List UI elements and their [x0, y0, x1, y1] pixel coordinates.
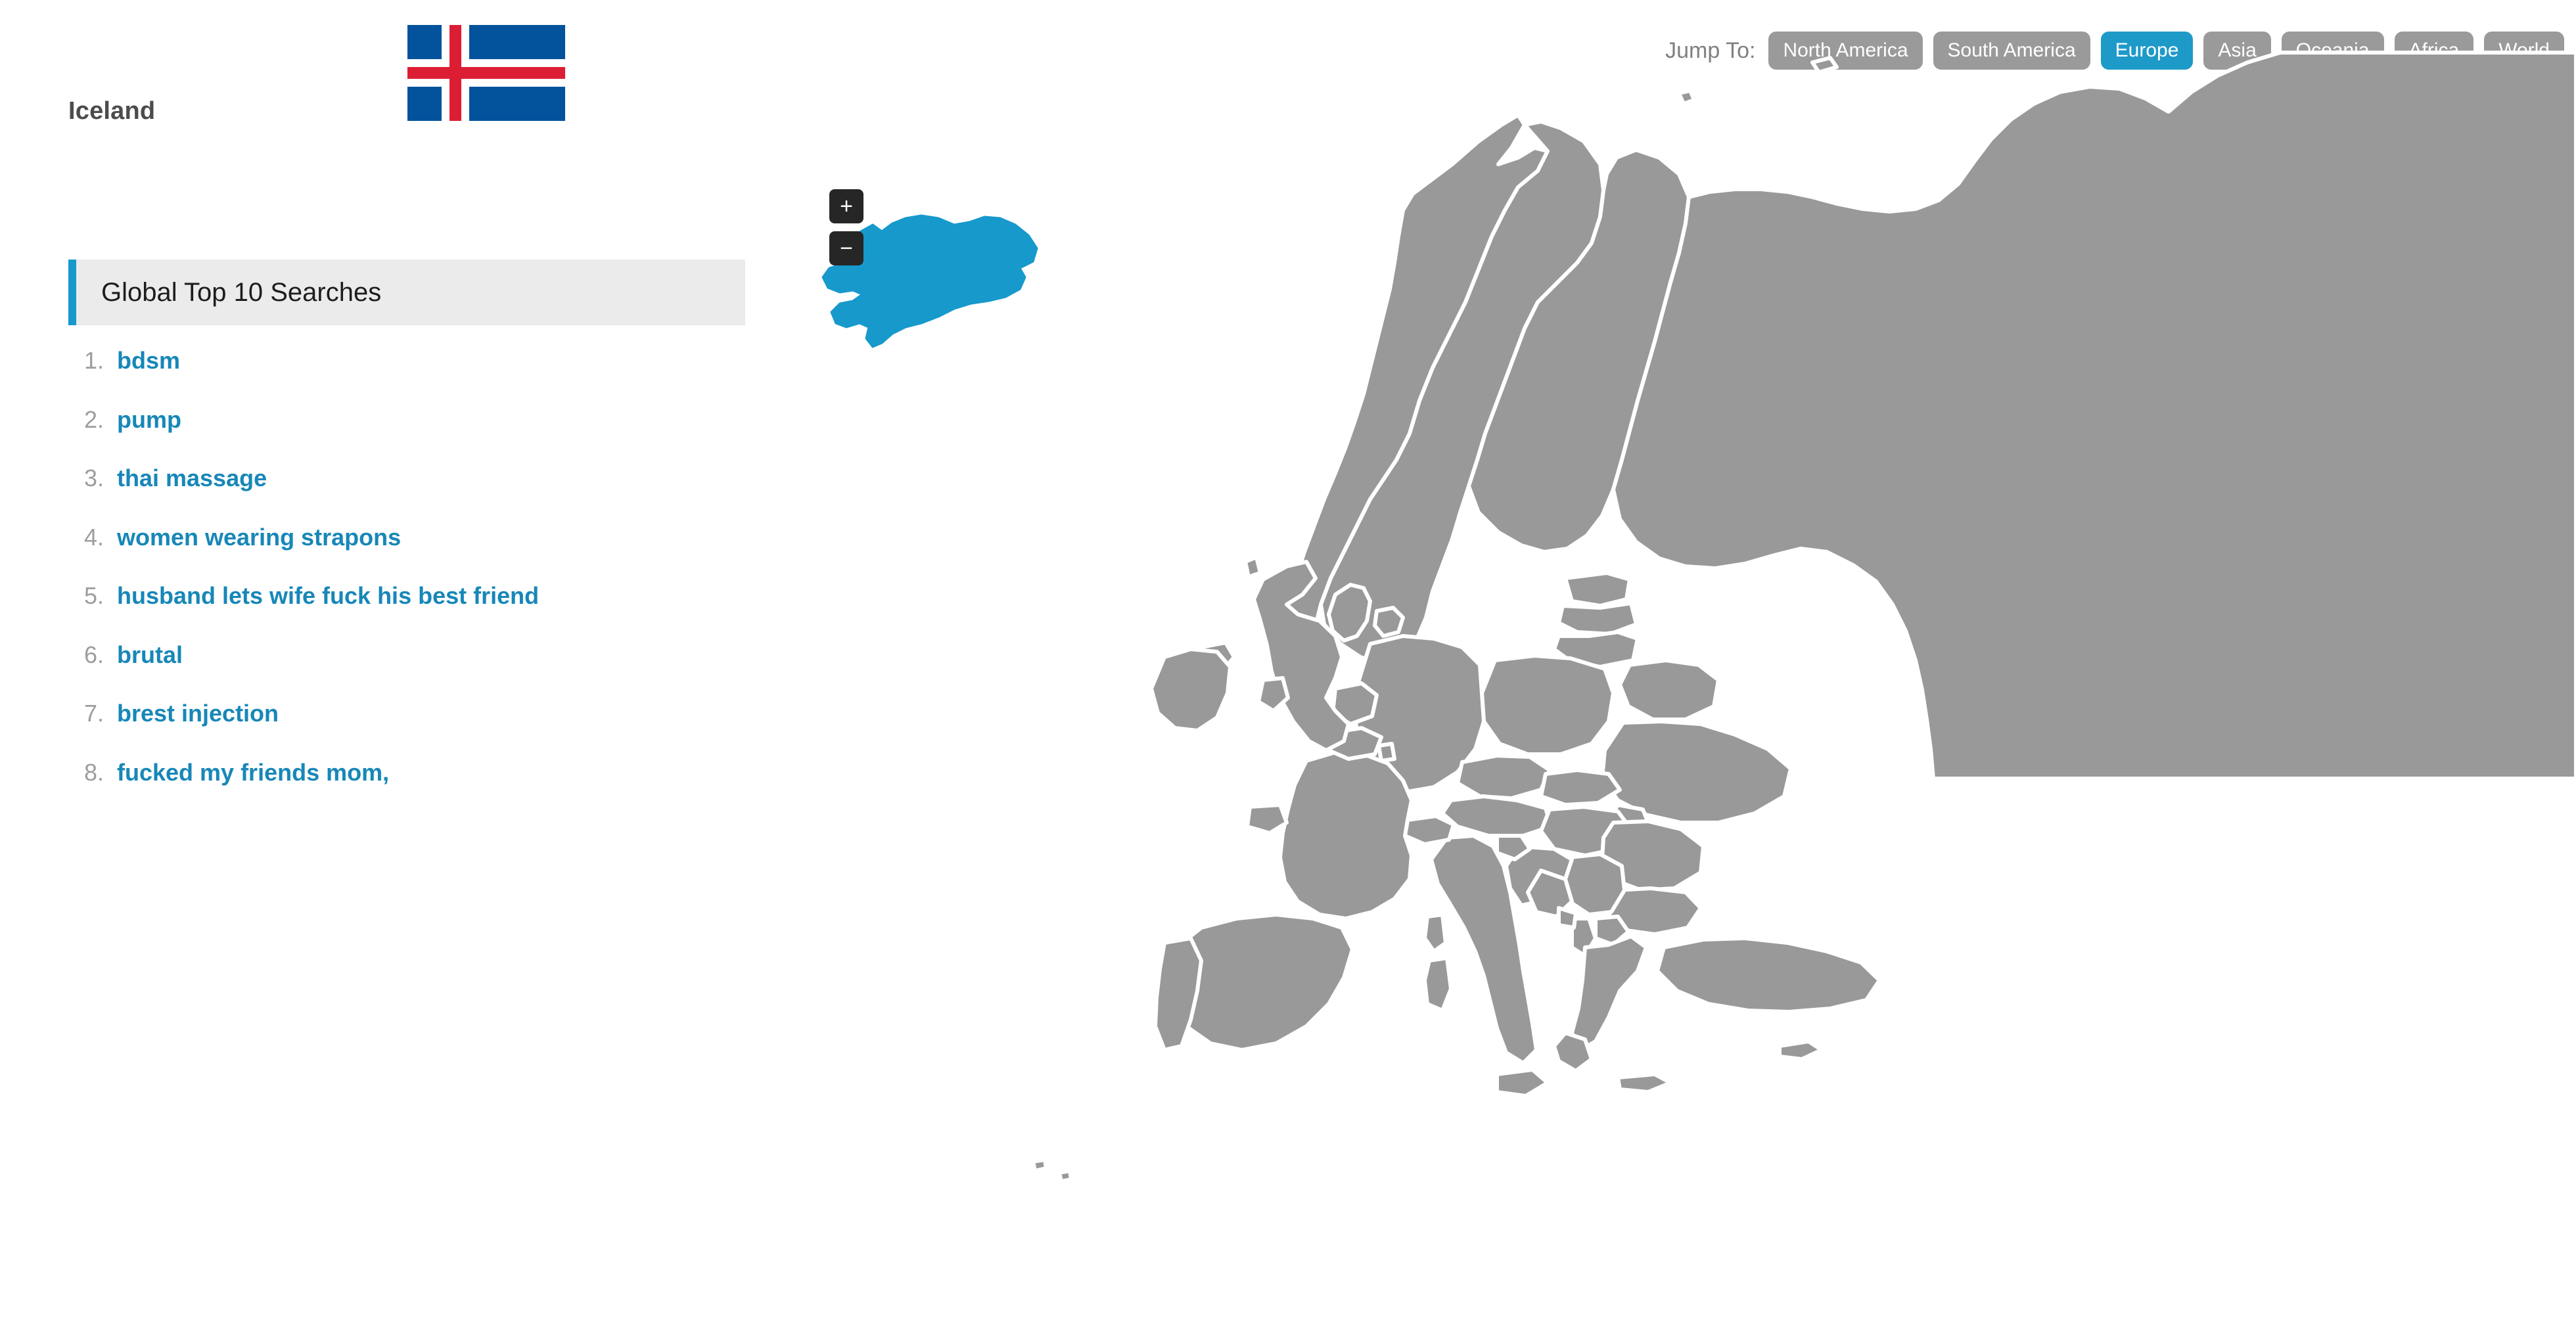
country-greece	[1570, 934, 1648, 1052]
list-item: 3. thai massage	[68, 463, 745, 494]
country-montenegro	[1557, 906, 1578, 930]
country-belarus	[1618, 658, 1720, 721]
search-term-link[interactable]: brest injection	[117, 698, 279, 729]
search-term-link[interactable]: women wearing strapons	[117, 522, 401, 553]
country-italy-sicily	[1495, 1068, 1550, 1098]
country-austria	[1440, 794, 1553, 838]
left-panel: Iceland Global Top 10 Searches 1. bdsm 2…	[0, 0, 762, 1341]
country-luxembourg	[1377, 742, 1396, 763]
country-slovakia	[1539, 768, 1622, 807]
global-top-searches-panel: Global Top 10 Searches 1. bdsm 2. pump 3…	[68, 260, 745, 815]
country-czechia	[1456, 754, 1552, 800]
map-zoom-controls: + −	[829, 189, 863, 265]
page-title: Iceland	[68, 97, 156, 125]
country-poland	[1480, 654, 1615, 756]
country-latvia	[1557, 601, 1638, 636]
iceland-flag-icon	[407, 25, 565, 121]
list-item: 6. brutal	[68, 639, 745, 671]
header-accent-bar	[68, 260, 76, 325]
search-term-link[interactable]: bdsm	[117, 345, 180, 376]
country-switzerland	[1403, 814, 1456, 846]
country-denmark-islands	[1373, 606, 1405, 638]
search-rank: 5.	[83, 582, 104, 610]
search-term-link[interactable]: husband lets wife fuck his best friend	[117, 580, 539, 612]
country-france-brittany	[1245, 803, 1289, 835]
country-estonia	[1563, 571, 1632, 608]
search-term-link[interactable]: brutal	[117, 639, 183, 671]
list-item: 2. pump	[68, 404, 745, 436]
list-item: 4. women wearing strapons	[68, 522, 745, 553]
map-island-speck-1	[1677, 89, 1696, 106]
search-term-link[interactable]: fucked my friends mom,	[117, 757, 389, 788]
map-svg	[821, 51, 2576, 1183]
country-greece-peloponnese	[1552, 1031, 1594, 1073]
search-rank: 8.	[83, 758, 104, 786]
search-rank: 3.	[83, 465, 104, 492]
europe-map[interactable]: + −	[762, 0, 2576, 1341]
searches-list: 1. bdsm 2. pump 3. thai massage 4. women…	[68, 345, 745, 788]
map-island-speck-4	[1057, 1169, 1073, 1183]
country-cyprus	[1778, 1039, 1824, 1061]
search-term-link[interactable]: thai massage	[117, 463, 267, 494]
country-greece-crete	[1616, 1072, 1672, 1094]
list-item: 1. bdsm	[68, 345, 745, 376]
search-rank: 6.	[83, 641, 104, 668]
zoom-in-icon[interactable]: +	[829, 189, 863, 223]
zoom-out-icon[interactable]: −	[829, 231, 863, 265]
search-rank: 1.	[83, 347, 104, 374]
list-item: 8. fucked my friends mom,	[68, 757, 745, 788]
search-rank: 4.	[83, 523, 104, 551]
search-rank: 7.	[83, 700, 104, 727]
country-search-page: Iceland Global Top 10 Searches 1. bdsm 2…	[0, 0, 2576, 1341]
search-rank: 2.	[83, 405, 104, 433]
country-uk-hebrides	[1243, 555, 1262, 579]
map-island-speck-3	[1031, 1158, 1048, 1173]
map-island-speck-2	[1810, 56, 1839, 74]
country-italy-sardinia	[1423, 956, 1453, 1012]
country-turkey	[1655, 936, 1881, 1014]
country-russia	[1611, 51, 2576, 781]
search-term-link[interactable]: pump	[117, 404, 181, 436]
country-france	[1278, 750, 1414, 921]
country-header: Iceland	[0, 0, 762, 164]
list-item: 7. brest injection	[68, 698, 745, 729]
searches-header: Global Top 10 Searches	[68, 260, 745, 325]
list-item: 5. husband lets wife fuck his best frien…	[68, 580, 745, 612]
country-ireland	[1149, 647, 1232, 733]
searches-header-title: Global Top 10 Searches	[101, 277, 382, 307]
country-france-corsica	[1423, 913, 1448, 953]
